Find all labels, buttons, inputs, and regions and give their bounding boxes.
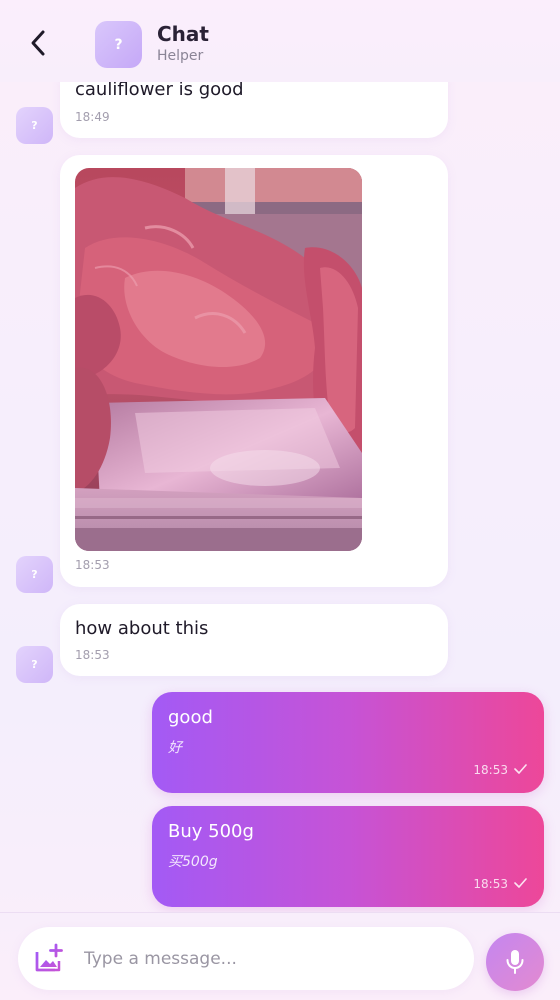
- message-text: how about this: [75, 618, 209, 639]
- chevron-left-icon: [31, 30, 45, 56]
- checkmark-icon: [514, 878, 527, 888]
- meat-photo-image: [75, 168, 362, 551]
- message-text: Buy 500g: [168, 821, 254, 842]
- message-time: 18:53: [473, 877, 508, 891]
- microphone-icon: [506, 950, 524, 974]
- message-input[interactable]: [84, 945, 454, 973]
- message-time: 18:53: [75, 648, 110, 662]
- avatar-glyph: ?: [114, 36, 123, 53]
- checkmark-icon: [514, 764, 527, 774]
- message-time: 18:53: [75, 558, 110, 572]
- voice-record-button[interactable]: [486, 933, 544, 991]
- message-translation: 买500g: [168, 854, 218, 870]
- avatar-glyph: ?: [31, 568, 38, 581]
- contact-avatar[interactable]: ?: [95, 21, 142, 68]
- add-image-button[interactable]: [34, 943, 64, 973]
- chat-title: Chat: [157, 22, 209, 46]
- avatar-glyph: ?: [31, 119, 38, 132]
- message-avatar: ?: [16, 646, 53, 683]
- avatar-glyph: ?: [31, 658, 38, 671]
- message-time: 18:49: [75, 110, 110, 124]
- message-translation: 好: [168, 740, 182, 756]
- message-photo[interactable]: [75, 168, 362, 551]
- add-photo-icon: [35, 943, 63, 972]
- chat-subtitle: Helper: [157, 48, 204, 64]
- message-time: 18:53: [473, 763, 508, 777]
- chat-header: ? Chat Helper: [0, 0, 560, 82]
- message-bubble-image[interactable]: 18:53: [60, 155, 448, 587]
- back-button[interactable]: [22, 26, 54, 60]
- message-avatar: ?: [16, 107, 53, 144]
- message-bubble-outgoing[interactable]: Buy 500g 买500g 18:53: [152, 806, 544, 907]
- composer-bar: [0, 912, 560, 1000]
- message-avatar: ?: [16, 556, 53, 593]
- message-bubble-outgoing[interactable]: good 好 18:53: [152, 692, 544, 793]
- message-input-box[interactable]: [18, 927, 474, 990]
- message-text: good: [168, 707, 213, 728]
- message-bubble-incoming[interactable]: how about this 18:53: [60, 604, 448, 676]
- message-text: cauliflower is good: [75, 79, 244, 100]
